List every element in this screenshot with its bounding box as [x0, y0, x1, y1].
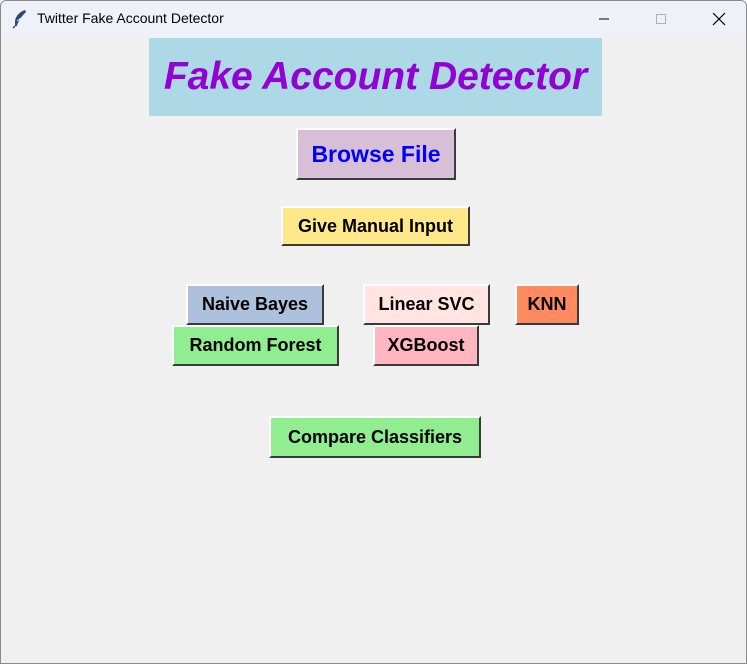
compare-classifiers-button[interactable]: Compare Classifiers — [269, 416, 481, 458]
main-content: Fake Account Detector Browse File Give M… — [1, 37, 746, 663]
close-icon — [712, 12, 726, 26]
manual-input-button[interactable]: Give Manual Input — [281, 206, 470, 246]
maximize-icon — [656, 14, 666, 24]
browse-file-button[interactable]: Browse File — [296, 128, 456, 180]
title-bar[interactable]: Twitter Fake Account Detector — [1, 1, 746, 37]
knn-button[interactable]: KNN — [515, 284, 579, 325]
minimize-button[interactable] — [576, 1, 632, 37]
maximize-button[interactable] — [633, 1, 689, 37]
close-button[interactable] — [691, 1, 746, 37]
xgboost-button[interactable]: XGBoost — [373, 325, 479, 366]
window-title: Twitter Fake Account Detector — [37, 10, 224, 26]
page-title: Fake Account Detector — [149, 38, 602, 116]
linear-svc-button[interactable]: Linear SVC — [363, 284, 490, 325]
app-window: Twitter Fake Account Detector Fake Accou… — [0, 0, 747, 664]
feather-icon — [11, 9, 29, 29]
minimize-icon — [599, 18, 609, 20]
random-forest-button[interactable]: Random Forest — [172, 325, 339, 366]
naive-bayes-button[interactable]: Naive Bayes — [186, 284, 324, 325]
